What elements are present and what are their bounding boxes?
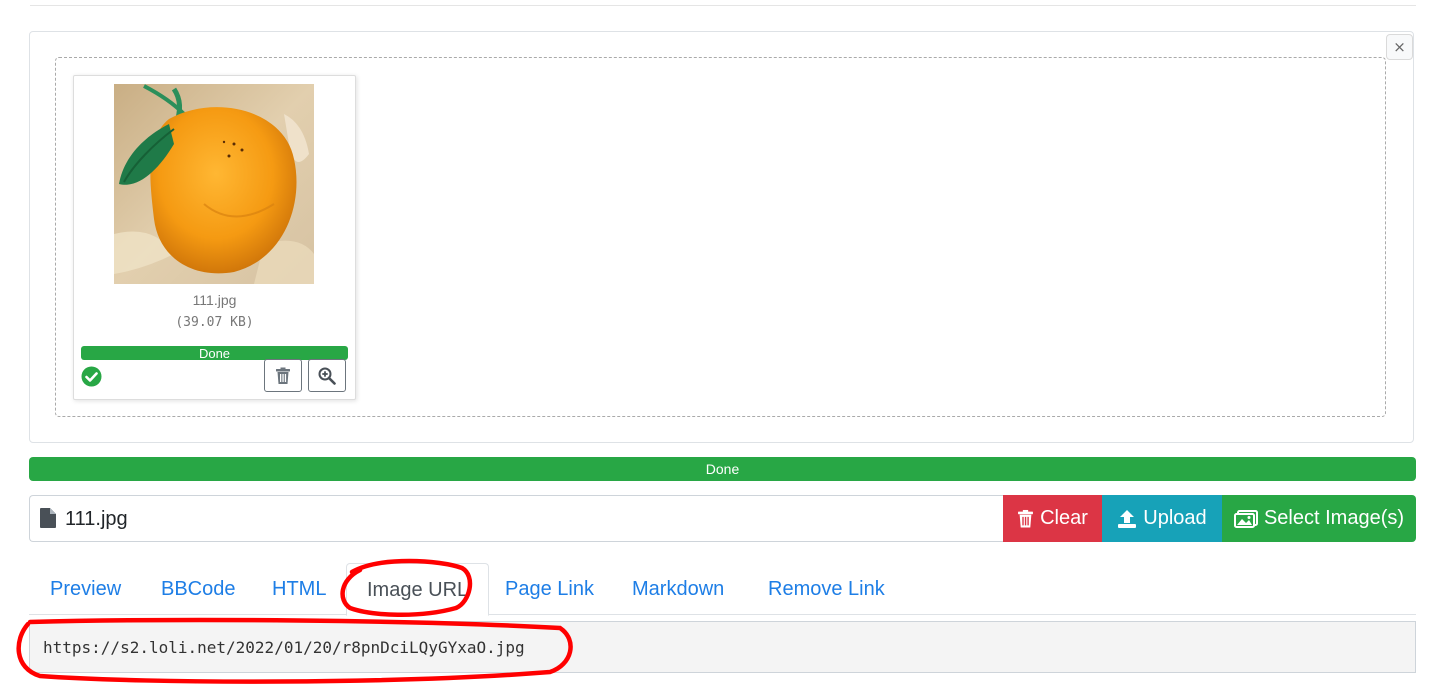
orange-plush-photo bbox=[114, 84, 314, 284]
zoom-in-icon bbox=[318, 367, 336, 385]
select-images-button-label: Select Image(s) bbox=[1263, 507, 1405, 529]
clear-button-label: Clear bbox=[1040, 507, 1088, 529]
file-icon bbox=[40, 508, 56, 528]
tab-image-url[interactable]: Image URL bbox=[346, 563, 490, 616]
images-icon bbox=[1233, 509, 1258, 528]
thumbnail-image bbox=[114, 84, 314, 284]
upload-icon bbox=[1118, 509, 1137, 528]
trash-icon bbox=[276, 367, 290, 384]
overall-progress-text: Done bbox=[705, 461, 740, 477]
file-thumbnail-card: 111.jpg (39.07 KB) Done bbox=[73, 75, 356, 400]
check-circle-icon bbox=[81, 366, 102, 387]
upload-button[interactable]: Upload bbox=[1102, 495, 1222, 542]
top-divider bbox=[30, 5, 1416, 6]
thumbnail-file-name: 111.jpg bbox=[192, 292, 237, 308]
thumbnail-progress-text: Done bbox=[198, 346, 231, 360]
overall-progress-bar: Done bbox=[29, 457, 1416, 481]
thumbnail-file-size: (39.07 KB) bbox=[175, 315, 254, 330]
clear-button[interactable]: Clear bbox=[1003, 495, 1102, 542]
tab-bbcode[interactable]: BBCode bbox=[161, 563, 236, 615]
tab-markdown[interactable]: Markdown bbox=[632, 563, 724, 615]
image-url-text[interactable]: https://s2.loli.net/2022/01/20/r8pnDciLQ… bbox=[43, 622, 525, 672]
tab-html[interactable]: HTML bbox=[272, 563, 326, 615]
trash-icon bbox=[1018, 509, 1034, 527]
image-url-output[interactable]: https://s2.loli.net/2022/01/20/r8pnDciLQ… bbox=[29, 621, 1416, 673]
upload-button-label: Upload bbox=[1143, 507, 1207, 529]
zoom-file-button[interactable] bbox=[308, 359, 346, 392]
caption-file-name: 111.jpg bbox=[65, 508, 128, 530]
tab-remove-link[interactable]: Remove Link bbox=[768, 563, 885, 615]
close-preview-button[interactable]: × bbox=[1386, 34, 1413, 60]
tab-preview[interactable]: Preview bbox=[50, 563, 121, 615]
tab-page-link[interactable]: Page Link bbox=[505, 563, 594, 615]
file-caption: 111.jpg bbox=[29, 495, 1004, 542]
thumbnail-progress-bar: Done bbox=[81, 346, 348, 360]
select-images-button[interactable]: Select Image(s) bbox=[1222, 495, 1416, 542]
remove-file-button[interactable] bbox=[264, 359, 302, 392]
